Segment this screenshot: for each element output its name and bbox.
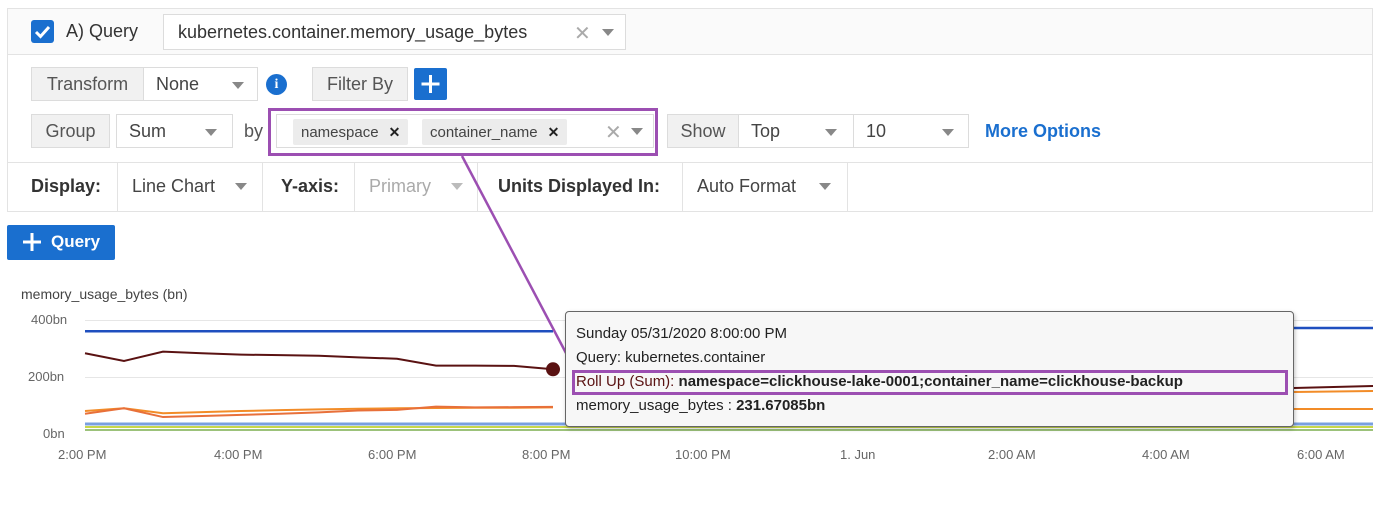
plus-icon: [23, 233, 41, 251]
chart-tooltip: Sunday 05/31/2020 8:00:00 PM Query: kube…: [565, 311, 1294, 427]
series-line: [84, 405, 554, 419]
show-count-value: 10: [866, 120, 887, 141]
metric-value-text: 231.67085bn: [736, 397, 826, 414]
by-label: by: [244, 121, 264, 141]
y-axis-value: Primary: [369, 176, 431, 196]
chevron-down-icon: [819, 183, 831, 190]
tooltip-metric: memory_usage_bytes : 231.67085bn: [576, 397, 825, 414]
y-axis-select[interactable]: Primary: [354, 163, 478, 211]
metric-label: memory_usage_bytes :: [576, 397, 737, 414]
series-line: [84, 350, 554, 371]
x-tick: 4:00 PM: [214, 447, 263, 462]
units-select[interactable]: Auto Format: [682, 163, 848, 211]
x-tick: 1. Jun: [840, 447, 876, 462]
hover-point[interactable]: [546, 362, 560, 377]
y-tick: 0bn: [43, 426, 65, 441]
more-options-link[interactable]: More Options: [985, 121, 1101, 142]
add-query-label: Query: [51, 232, 101, 251]
series-line-continuation: [1293, 385, 1374, 389]
clear-icon[interactable]: ✕: [574, 21, 591, 46]
show-mode-value: Top: [751, 120, 781, 141]
group-by-highlight: [268, 108, 658, 156]
transform-value: None: [156, 73, 200, 94]
chevron-down-icon: [235, 183, 247, 190]
info-icon[interactable]: i: [266, 74, 287, 95]
show-mode-select[interactable]: Top: [738, 114, 854, 148]
chevron-down-icon: [205, 129, 217, 136]
x-tick: 2:00 PM: [58, 447, 107, 462]
units-label: Units Displayed In:: [498, 176, 661, 196]
y-axis-label: Y-axis:: [281, 176, 340, 196]
display-value: Line Chart: [132, 176, 216, 196]
filter-by-label: Filter By: [312, 67, 408, 101]
query-label: A) Query: [66, 21, 139, 41]
plus-icon: [421, 75, 440, 93]
group-label: Group: [31, 114, 110, 148]
display-select[interactable]: Line Chart: [117, 163, 263, 211]
tooltip-query: Query: kubernetes.container: [576, 349, 766, 366]
query-checkbox[interactable]: [31, 20, 54, 43]
x-tick: 2:00 AM: [988, 447, 1036, 462]
show-label: Show: [667, 114, 739, 148]
x-tick: 10:00 PM: [675, 447, 731, 462]
tooltip-date: Sunday 05/31/2020 8:00:00 PM: [576, 325, 787, 342]
x-tick: 6:00 PM: [368, 447, 417, 462]
series-line: [84, 406, 554, 415]
chart-y-label: memory_usage_bytes (bn): [21, 286, 188, 302]
rollup-highlight: [572, 370, 1288, 395]
units-value: Auto Format: [697, 176, 797, 196]
add-filter-button[interactable]: [414, 68, 447, 100]
display-label: Display:: [31, 176, 102, 196]
metric-select[interactable]: kubernetes.container.memory_usage_bytes …: [163, 14, 626, 50]
add-query-button[interactable]: Query: [7, 225, 115, 260]
transform-select[interactable]: None: [143, 67, 258, 101]
x-tick: 4:00 AM: [1142, 447, 1190, 462]
chevron-down-icon: [232, 82, 244, 89]
chevron-down-icon: [825, 129, 837, 136]
check-icon: [34, 25, 51, 39]
x-tick: 6:00 AM: [1297, 447, 1345, 462]
show-count-select[interactable]: 10: [853, 114, 969, 148]
y-tick: 400bn: [31, 312, 68, 327]
chevron-down-icon: [942, 129, 954, 136]
chevron-down-icon: [451, 183, 463, 190]
transform-label: Transform: [31, 67, 144, 101]
x-tick: 8:00 PM: [522, 447, 571, 462]
y-tick: 200bn: [28, 369, 65, 384]
series-line-continuation: [1293, 390, 1374, 393]
aggregation-select[interactable]: Sum: [116, 114, 233, 148]
metric-value: kubernetes.container.memory_usage_bytes: [178, 21, 528, 42]
aggregation-value: Sum: [129, 120, 167, 141]
chevron-down-icon[interactable]: [602, 29, 614, 36]
